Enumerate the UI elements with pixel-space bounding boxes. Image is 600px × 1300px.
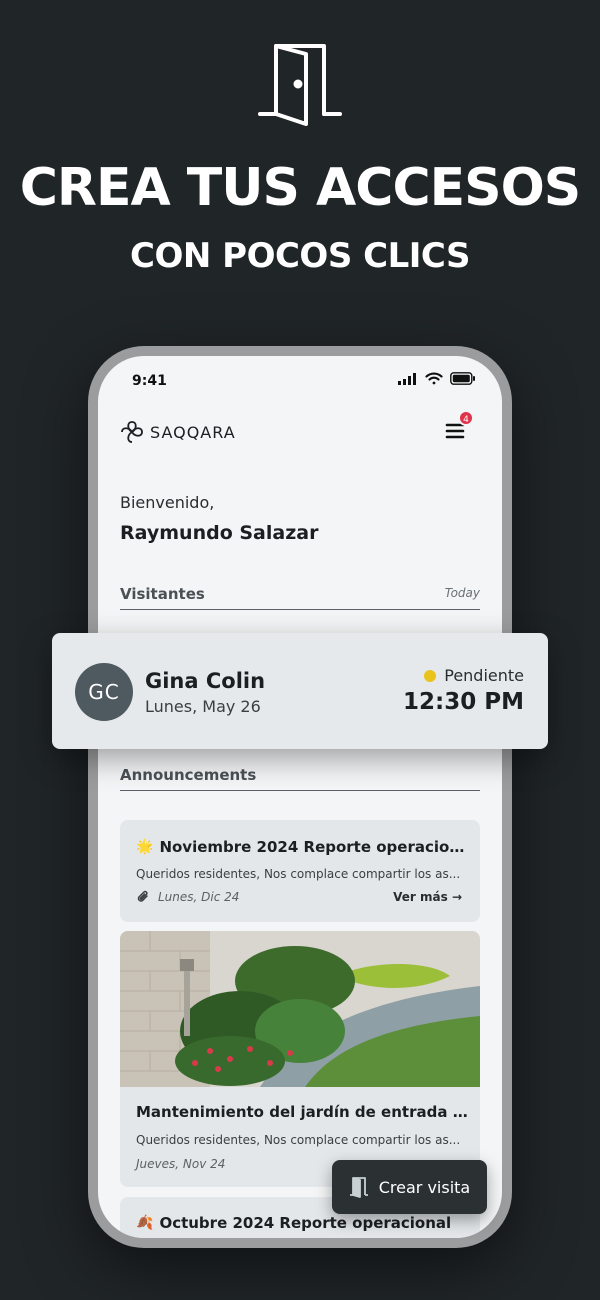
announcement-date: Jueves, Nov 24: [136, 1157, 226, 1171]
visitors-filter[interactable]: Today: [445, 586, 480, 600]
visitors-title: Visitantes: [120, 585, 205, 603]
announcement-title: Octubre 2024 Reporte operacional: [159, 1214, 452, 1232]
hero-title: CREA TUS ACCESOS: [19, 158, 582, 218]
announcement-title: Noviembre 2024 Reporte operacional: [159, 838, 466, 856]
status-dot-icon: [424, 669, 437, 682]
announcement-title: Mantenimiento del jardín de entrada fi..…: [136, 1103, 471, 1121]
status-badge: Pendiente: [424, 666, 524, 685]
status-time: 9:41: [132, 373, 167, 389]
announcement-body: Queridos residentes, Nos complace compar…: [136, 867, 461, 881]
user-name: Raymundo Salazar: [120, 522, 319, 544]
announcement-date: Lunes, Dic 24: [158, 890, 240, 904]
hero-subtitle: CON POCOS CLICS: [130, 236, 471, 276]
announcements-title: Announcements: [120, 766, 257, 784]
phone-screen: 9:41 SAQQARA 4 Bienvenido, Raymundo Sala…: [98, 356, 502, 1238]
door-icon: [349, 1177, 368, 1198]
leaf-emoji-icon: 🍂: [136, 1215, 154, 1231]
paperclip-icon: [137, 890, 148, 902]
create-visit-label: Crear visita: [378, 1177, 471, 1197]
announcement-card[interactable]: Mantenimiento del jardín de entrada fi..…: [120, 931, 480, 1187]
notification-badge: 4: [458, 410, 474, 426]
announcement-body: Queridos residentes, Nos complace compar…: [136, 1133, 461, 1147]
visitor-card[interactable]: GC Gina Colin Lunes, May 26 Pendiente 12…: [52, 633, 548, 749]
welcome-greeting: Bienvenido,: [120, 493, 215, 512]
announcement-card[interactable]: 🌟 Noviembre 2024 Reporte operacional Que…: [120, 820, 480, 922]
app-logo[interactable]: SAQQARA: [120, 420, 236, 444]
door-icon: [258, 44, 342, 126]
avatar: GC: [75, 663, 133, 721]
visit-time: 12:30 PM: [403, 689, 524, 715]
star-emoji-icon: 🌟: [136, 839, 154, 855]
signal-icon: [398, 372, 416, 385]
create-visit-button[interactable]: Crear visita: [332, 1160, 487, 1214]
visitors-header: Visitantes Today: [120, 584, 480, 610]
status-icons: [398, 372, 476, 385]
saqqara-logo-icon: [121, 421, 143, 443]
logo-text: SAQQARA: [150, 422, 236, 442]
see-more-link[interactable]: Ver más →: [393, 890, 462, 904]
visitor-name: Gina Colin: [145, 669, 266, 693]
announcements-header: Announcements: [120, 765, 480, 791]
status-label: Pendiente: [444, 666, 524, 685]
garden-image: [120, 931, 480, 1087]
battery-icon: [450, 372, 475, 385]
visitor-date: Lunes, May 26: [145, 697, 261, 716]
wifi-icon: [425, 372, 443, 385]
